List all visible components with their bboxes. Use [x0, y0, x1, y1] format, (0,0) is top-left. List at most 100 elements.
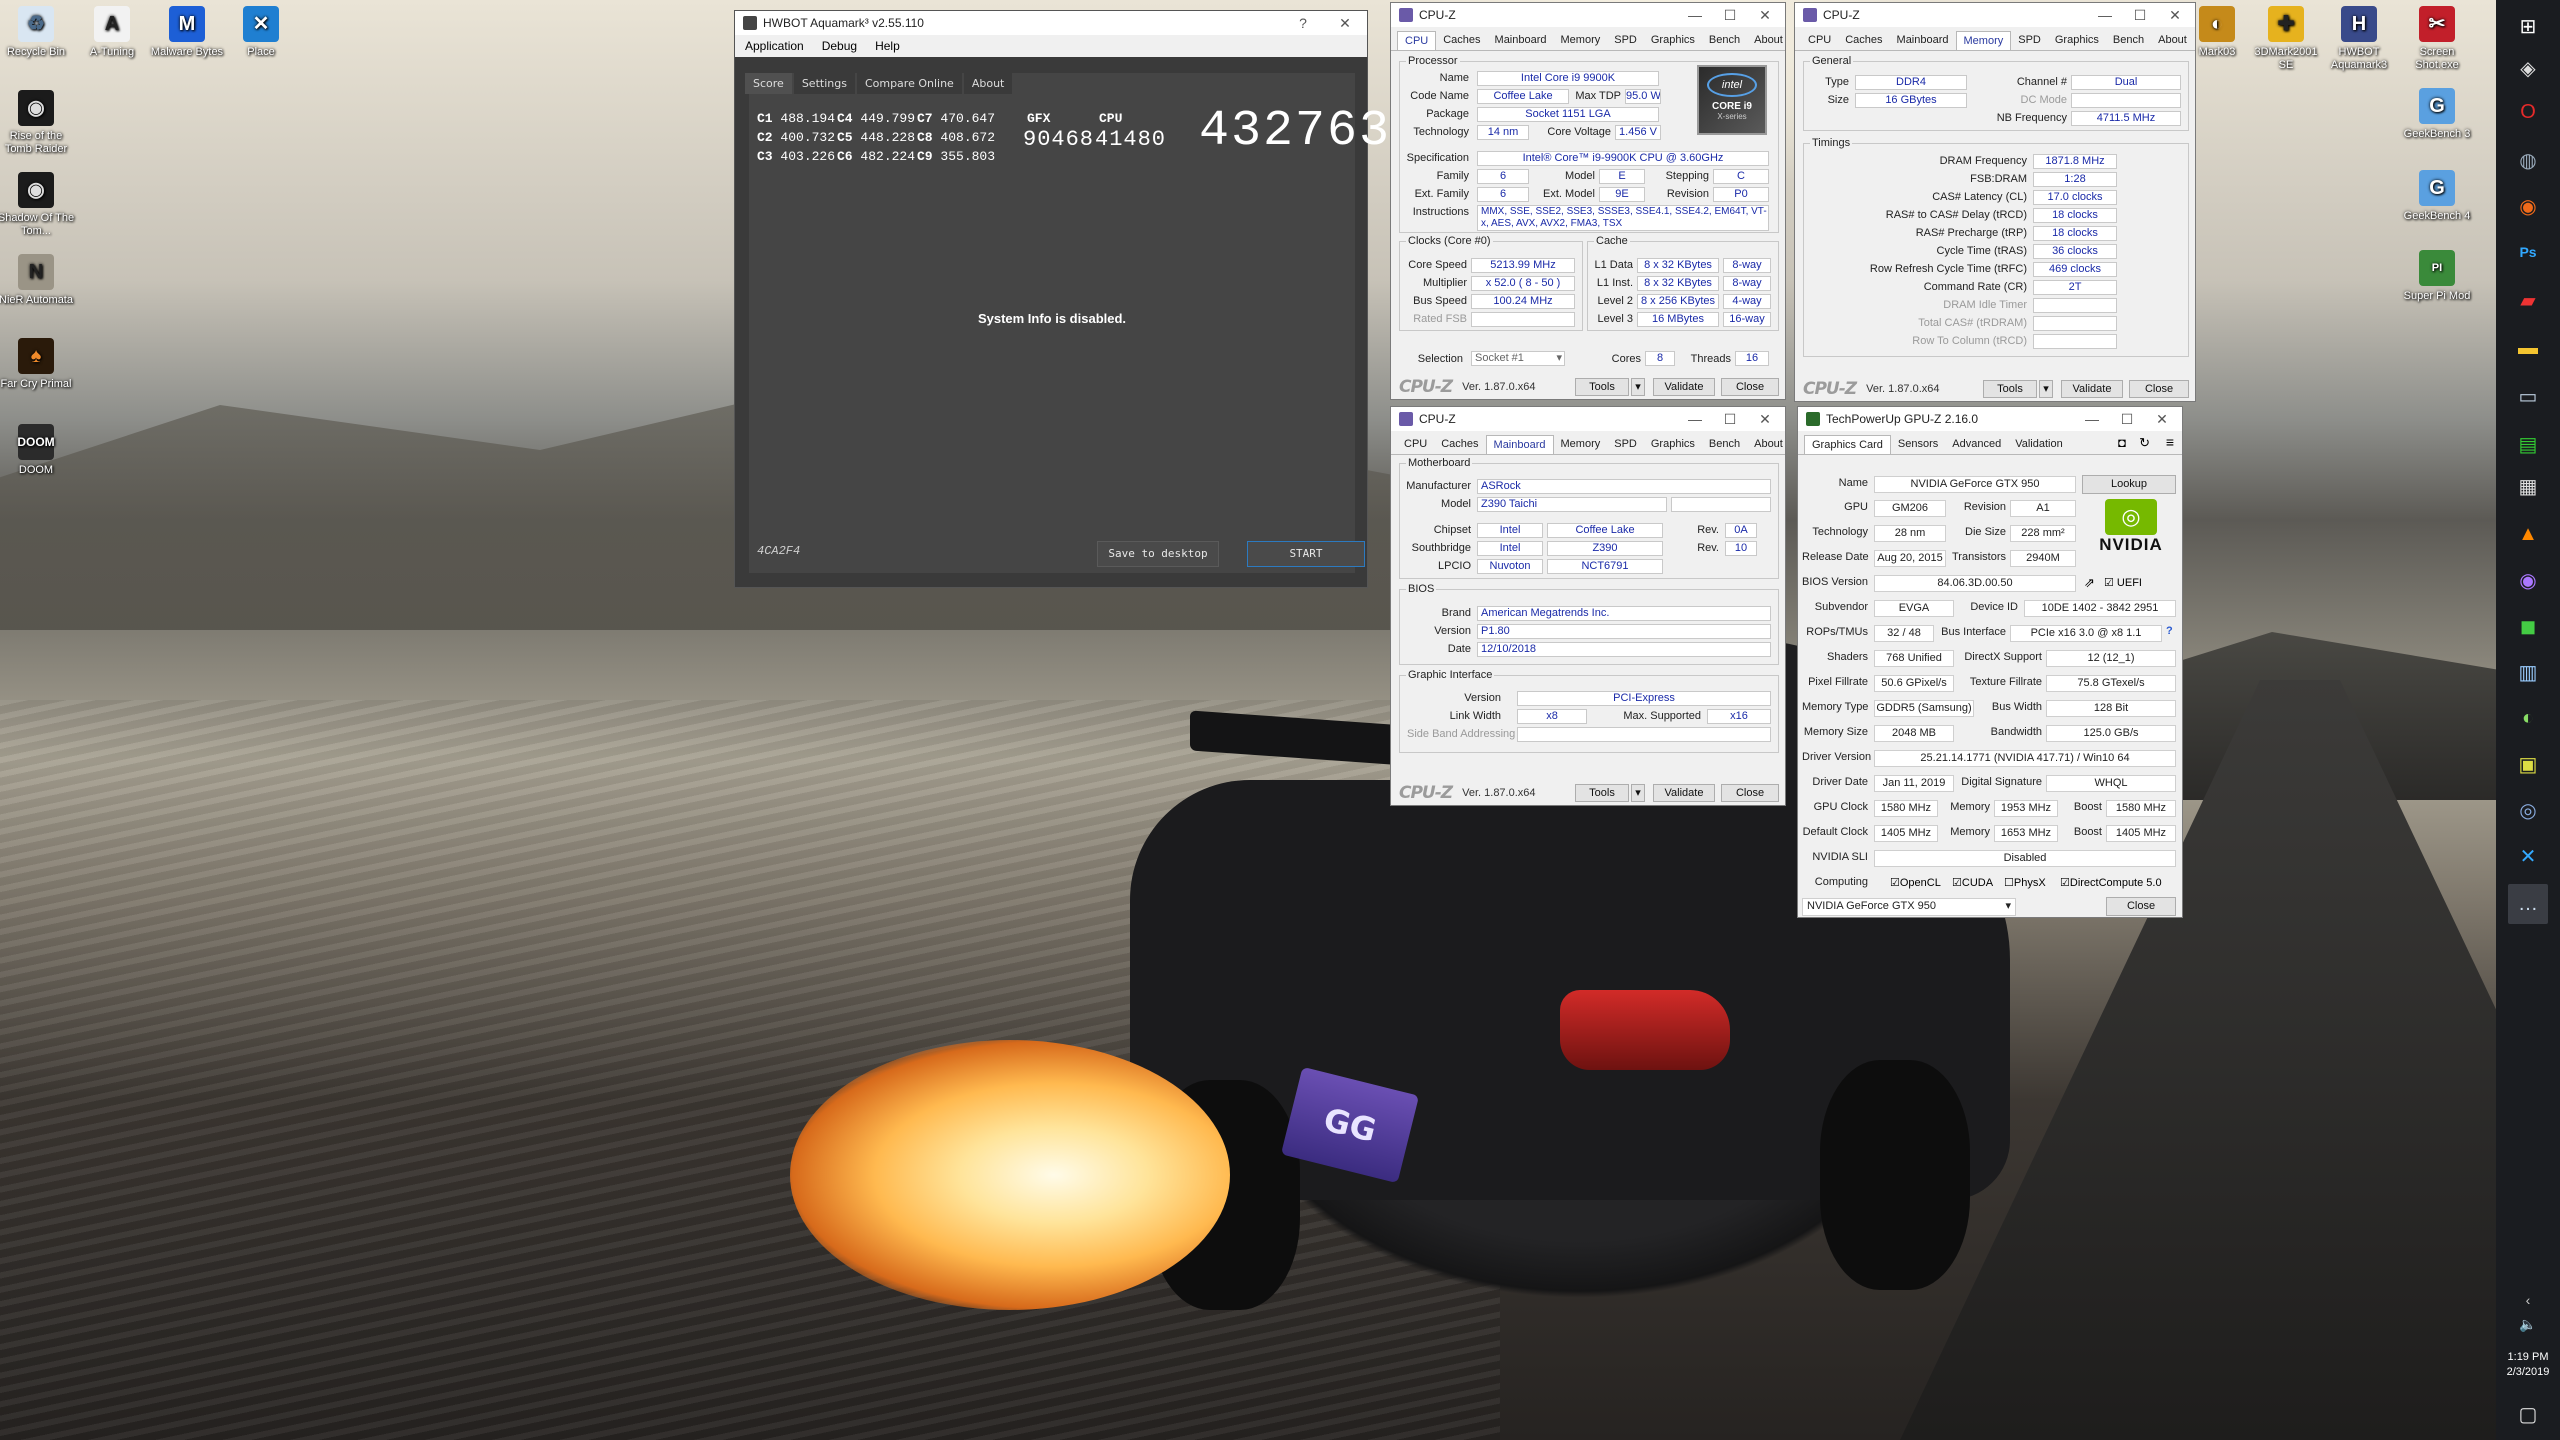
- maximize-icon[interactable]: ☐: [2107, 407, 2147, 431]
- tab-about[interactable]: About: [1747, 31, 1790, 50]
- camera-icon[interactable]: ◘: [2118, 435, 2126, 450]
- tab-graphics[interactable]: Graphics: [1644, 31, 1702, 50]
- desktop-icon-geekbench4[interactable]: G GeekBench 4: [2398, 170, 2476, 223]
- pdf-reader-icon[interactable]: ▰: [2508, 280, 2548, 320]
- tab-cpu[interactable]: CPU: [1397, 31, 1437, 50]
- validate-button[interactable]: Validate: [2061, 380, 2123, 398]
- tab-caches[interactable]: Caches: [1434, 435, 1485, 454]
- tab-cpu[interactable]: CPU: [1801, 31, 1838, 50]
- desktop-icon-superpi[interactable]: PI Super Pi Mod: [2398, 250, 2476, 303]
- close-icon[interactable]: ✕: [1325, 11, 1365, 35]
- menu-application[interactable]: Application: [745, 39, 804, 53]
- directcompute-checkbox[interactable]: ☑DirectCompute 5.0: [2060, 876, 2162, 889]
- origin-icon[interactable]: ◉: [2508, 186, 2548, 226]
- desktop-icon-malwarebytes[interactable]: M Malware Bytes: [148, 6, 226, 59]
- validate-button[interactable]: Validate: [1653, 378, 1715, 396]
- tab-settings[interactable]: Settings: [793, 73, 855, 94]
- opencl-checkbox[interactable]: ☑OpenCL: [1890, 876, 1941, 889]
- tab-about[interactable]: About: [963, 73, 1013, 94]
- tab-bench[interactable]: Bench: [1702, 31, 1747, 50]
- tab-memory[interactable]: Memory: [1554, 435, 1608, 454]
- close-button[interactable]: Close: [1721, 378, 1779, 396]
- tab-bench[interactable]: Bench: [2106, 31, 2151, 50]
- tab-validation[interactable]: Validation: [2008, 435, 2070, 454]
- tab-about[interactable]: About: [1747, 435, 1790, 454]
- maximize-icon[interactable]: ☐: [1710, 3, 1750, 27]
- tools-dropdown-icon[interactable]: ▾: [1631, 784, 1645, 802]
- minimize-icon[interactable]: —: [1675, 407, 1715, 431]
- desktop-icon-nier[interactable]: N NieR Automata: [0, 254, 75, 307]
- tab-about[interactable]: About: [2151, 31, 2194, 50]
- desktop-icon-aquamark[interactable]: H HWBOT Aquamark3: [2320, 6, 2398, 72]
- notifications-icon[interactable]: ▢: [2508, 1394, 2548, 1434]
- cpuz-titlebar[interactable]: CPU-Z — ☐ ✕: [1391, 407, 1785, 431]
- desktop-icon-tomb-raider[interactable]: ◉ Rise of the Tomb Raider: [0, 90, 75, 156]
- menu-debug[interactable]: Debug: [822, 39, 857, 53]
- save-to-desktop-button[interactable]: Save to desktop: [1097, 541, 1219, 567]
- app-icon-gpu[interactable]: ◐: [2508, 698, 2548, 738]
- minimize-icon[interactable]: —: [2085, 3, 2125, 27]
- tab-caches[interactable]: Caches: [1838, 31, 1889, 50]
- desktop-icon-3dmark2001[interactable]: ✚ 3DMark2001 SE: [2247, 6, 2325, 72]
- tab-memory[interactable]: Memory: [1955, 31, 2012, 50]
- desktop-icon-geekbench3[interactable]: G GeekBench 3: [2398, 88, 2476, 141]
- tab-mainboard[interactable]: Mainboard: [1485, 435, 1554, 454]
- physx-checkbox[interactable]: ☐PhysX: [2004, 876, 2046, 889]
- photoshop-icon[interactable]: Ps: [2508, 232, 2548, 272]
- maximize-icon[interactable]: ☐: [1710, 407, 1750, 431]
- tab-spd[interactable]: SPD: [2011, 31, 2048, 50]
- tools-button[interactable]: Tools: [1575, 784, 1629, 802]
- app-icon-green[interactable]: ◼: [2508, 606, 2548, 646]
- clock[interactable]: 1:19 PM 2/3/2019: [2496, 1350, 2560, 1380]
- start-button[interactable]: START: [1247, 541, 1365, 567]
- tools-button[interactable]: Tools: [1983, 380, 2037, 398]
- steam-icon[interactable]: ◍: [2508, 140, 2548, 180]
- tab-graphics[interactable]: Graphics: [1644, 435, 1702, 454]
- gpuz-titlebar[interactable]: TechPowerUp GPU-Z 2.16.0 — ☐ ✕: [1798, 407, 2182, 431]
- help-icon[interactable]: ?: [1283, 11, 1323, 35]
- app-icon-chart[interactable]: ▥: [2508, 652, 2548, 692]
- desktop-icon-place[interactable]: ✕ Place: [222, 6, 300, 59]
- help-icon[interactable]: ?: [2166, 625, 2173, 637]
- close-button[interactable]: Close: [2129, 380, 2189, 398]
- cpuz-titlebar[interactable]: CPU-Z — ☐ ✕: [1795, 3, 2195, 27]
- tools-dropdown-icon[interactable]: ▾: [1631, 378, 1645, 396]
- excel-icon[interactable]: ▤: [2508, 424, 2548, 464]
- app-icon-hwinfo[interactable]: ◎: [2508, 790, 2548, 830]
- close-button[interactable]: Close: [1721, 784, 1779, 802]
- tab-cpu[interactable]: CPU: [1397, 435, 1434, 454]
- desktop-icon-farcry[interactable]: ♠ Far Cry Primal: [0, 338, 75, 391]
- minimize-icon[interactable]: —: [1675, 3, 1715, 27]
- tab-graphics-card[interactable]: Graphics Card: [1804, 435, 1891, 454]
- close-icon[interactable]: ✕: [1745, 407, 1785, 431]
- aquamark-taskbar-icon[interactable]: ✕: [2508, 836, 2548, 876]
- uefi-checkbox[interactable]: ☑ UEFI: [2104, 576, 2142, 589]
- tab-mainboard[interactable]: Mainboard: [1488, 31, 1554, 50]
- windows-start-icon[interactable]: ⊞: [2508, 6, 2548, 46]
- socket-select[interactable]: Socket #1 ▾: [1471, 351, 1565, 366]
- cuda-checkbox[interactable]: ☑CUDA: [1952, 876, 1993, 889]
- volume-icon[interactable]: 🔈: [2508, 1304, 2548, 1344]
- lookup-button[interactable]: Lookup: [2082, 475, 2176, 494]
- desktop-icon-recycle-bin[interactable]: ♻ Recycle Bin: [0, 6, 75, 59]
- app-icon-benchmark[interactable]: ▣: [2508, 744, 2548, 784]
- tab-spd[interactable]: SPD: [1607, 31, 1644, 50]
- tab-memory[interactable]: Memory: [1554, 31, 1608, 50]
- close-button[interactable]: Close: [2106, 897, 2176, 916]
- close-icon[interactable]: ✕: [2142, 407, 2182, 431]
- tab-bench[interactable]: Bench: [1702, 435, 1747, 454]
- aquamark-titlebar[interactable]: HWBOT Aquamark³ v2.55.110 ? ✕: [735, 11, 1367, 35]
- tab-spd[interactable]: SPD: [1607, 435, 1644, 454]
- desktop-icon-doom[interactable]: DOOM DOOM: [0, 424, 75, 477]
- cortana-icon[interactable]: ◈: [2508, 48, 2548, 88]
- tab-graphics[interactable]: Graphics: [2048, 31, 2106, 50]
- minimize-icon[interactable]: —: [2072, 407, 2112, 431]
- app-icon-purple[interactable]: ◉: [2508, 560, 2548, 600]
- maximize-icon[interactable]: ☐: [2120, 3, 2160, 27]
- tab-caches[interactable]: Caches: [1436, 31, 1487, 50]
- menu-icon[interactable]: ≡: [2166, 434, 2174, 450]
- tab-advanced[interactable]: Advanced: [1945, 435, 2008, 454]
- vlc-icon[interactable]: ▲: [2508, 514, 2548, 554]
- tab-compare-online[interactable]: Compare Online: [856, 73, 962, 94]
- tools-dropdown-icon[interactable]: ▾: [2039, 380, 2053, 398]
